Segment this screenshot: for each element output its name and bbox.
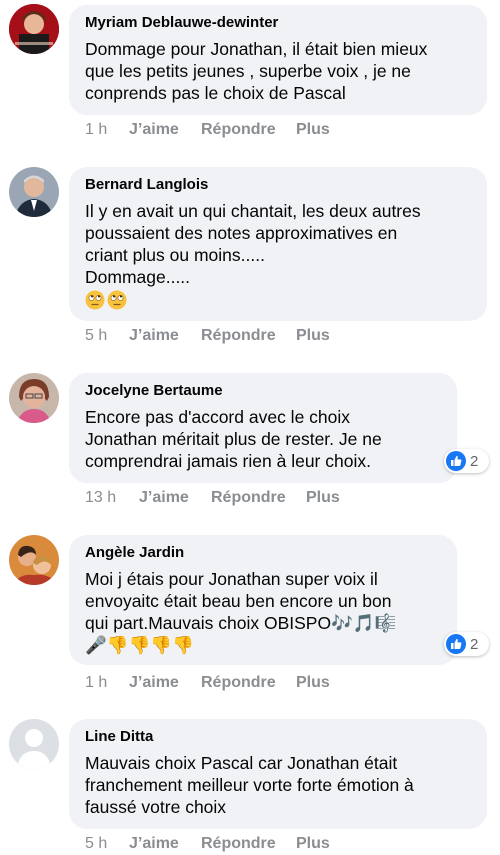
comment-actions: 5 h J’aime Répondre Plus [0, 325, 500, 347]
comment-actions: 1 h J’aime Répondre Plus [0, 672, 500, 694]
comment-text-line: poussaient des notes approximatives en [85, 223, 398, 243]
comment-text-line: Dommage..... [85, 267, 191, 287]
comment-text-line: Encore pas d'accord avec le choix [85, 407, 351, 427]
comment-text-line: criant plus ou moins..... [85, 245, 265, 265]
more-button[interactable]: Plus [296, 672, 330, 694]
comment-text: Encore pas d'accord avec le choix Jonath… [85, 406, 441, 472]
comment-bubble: Line Ditta Mauvais choix Pascal car Jona… [69, 719, 487, 829]
more-button[interactable]: Plus [296, 833, 330, 855]
reply-button[interactable]: Répondre [211, 487, 286, 509]
comment-bubble: Jocelyne Bertaume Encore pas d'accord av… [69, 373, 457, 483]
comment-text-line: Dommage pour Jonathan, il était bien mie… [85, 39, 428, 59]
reaction-count: 2 [470, 452, 479, 470]
comment-author[interactable]: Angèle Jardin [85, 544, 441, 562]
like-button[interactable]: J’aime [129, 833, 179, 855]
comment-text-line: envoyaitc était beau ben encore un bon [85, 591, 392, 611]
comment-text: Moi j étais pour Jonathan super voix il … [85, 568, 441, 656]
reaction-badge[interactable]: 2 [444, 449, 489, 473]
thumbs-up-icon [446, 451, 466, 471]
comment-bubble: Bernard Langlois Il y en avait un qui ch… [69, 167, 487, 321]
comment-bubble: Myriam Deblauwe-dewinter Dommage pour Jo… [69, 5, 487, 115]
comment-text-line: faussé votre choix [85, 797, 227, 817]
comment-text: Dommage pour Jonathan, il était bien mie… [85, 38, 471, 104]
reply-button[interactable]: Répondre [201, 833, 276, 855]
comment-text-line: franchement meilleur vorte forte émotion… [85, 775, 414, 795]
avatar[interactable] [9, 719, 59, 769]
avatar[interactable] [9, 535, 59, 585]
comment-text-line: Mauvais choix Pascal car Jonathan était [85, 753, 398, 773]
comment-author[interactable]: Jocelyne Bertaume [85, 382, 441, 400]
comment-timestamp[interactable]: 5 h [85, 833, 107, 855]
comment-timestamp[interactable]: 13 h [85, 487, 116, 509]
avatar[interactable] [9, 167, 59, 217]
comment-author[interactable]: Line Ditta [85, 728, 471, 746]
reaction-badge[interactable]: 2 [444, 632, 489, 656]
more-button[interactable]: Plus [296, 325, 330, 347]
thumbs-up-icon [446, 634, 466, 654]
comment-timestamp[interactable]: 1 h [85, 119, 107, 141]
reply-button[interactable]: Répondre [201, 672, 276, 694]
like-button[interactable]: J’aime [129, 672, 179, 694]
like-button[interactable]: J’aime [129, 119, 179, 141]
comment-text-line: que les petits jeunes , superbe voix , j… [85, 61, 411, 81]
comment-timestamp[interactable]: 5 h [85, 325, 107, 347]
comment-timestamp[interactable]: 1 h [85, 672, 107, 694]
comment-author[interactable]: Myriam Deblauwe-dewinter [85, 14, 471, 32]
avatar[interactable] [9, 373, 59, 423]
comment-text-line: comprendrai jamais rien à leur choix. [85, 451, 371, 471]
comment-text-line: conprends pas le choix de Pascal [85, 83, 346, 103]
more-button[interactable]: Plus [296, 119, 330, 141]
comment-text: Mauvais choix Pascal car Jonathan était … [85, 752, 471, 818]
comment-text-line: 🎤👎👎👎👎 [85, 635, 194, 655]
comment-text-line: Il y en avait un qui chantait, les deux … [85, 201, 421, 221]
reply-button[interactable]: Répondre [201, 325, 276, 347]
face-with-rolling-eyes-icon [107, 290, 127, 310]
more-button[interactable]: Plus [306, 487, 340, 509]
comment-bubble: Angèle Jardin Moi j étais pour Jonathan … [69, 535, 457, 665]
comment-text-line: Moi j étais pour Jonathan super voix il [85, 569, 378, 589]
emoji-line [85, 288, 471, 310]
like-button[interactable]: J’aime [139, 487, 189, 509]
avatar[interactable] [9, 4, 59, 54]
comment-author[interactable]: Bernard Langlois [85, 176, 471, 194]
comment-text-line: Jonathan méritait plus de rester. Je ne [85, 429, 382, 449]
comment-actions: 1 h J’aime Répondre Plus [0, 119, 500, 141]
face-with-rolling-eyes-icon [85, 290, 105, 310]
comment-actions: 13 h J’aime Répondre Plus [0, 487, 500, 509]
reaction-count: 2 [470, 635, 479, 653]
like-button[interactable]: J’aime [129, 325, 179, 347]
comment-text: Il y en avait un qui chantait, les deux … [85, 200, 471, 310]
comment-text-line: qui part.Mauvais choix OBISPO🎶🎵🎼 [85, 613, 397, 633]
reply-button[interactable]: Répondre [201, 119, 276, 141]
comment-actions: 5 h J’aime Répondre Plus [0, 833, 500, 855]
